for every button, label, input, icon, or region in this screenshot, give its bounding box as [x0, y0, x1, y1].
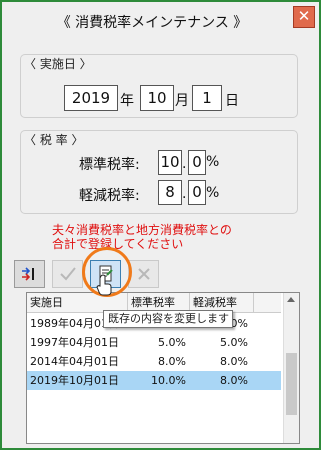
reduced-rate-dec[interactable]: 0: [188, 180, 206, 205]
standard-rate-dec[interactable]: 0: [188, 150, 206, 175]
close-button[interactable]: ✕: [293, 6, 315, 28]
scroll-thumb[interactable]: [286, 353, 297, 415]
month-input[interactable]: 10: [140, 85, 174, 111]
row-reduced-rate: 8.0%: [220, 374, 248, 387]
delete-button[interactable]: [128, 260, 159, 288]
row-standard-rate: 10.0%: [151, 374, 186, 387]
rate-group-label: 〈 税 率 〉: [24, 133, 84, 147]
month-unit: 月: [175, 93, 189, 109]
standard-rate-label: 標準税率:: [79, 157, 140, 173]
table-row[interactable]: 2014年04月01日 8.0% 8.0%: [27, 352, 281, 371]
note-line-1: 夫々消費税率と地方消費税率との: [52, 223, 232, 237]
dialog-window: 《 消費税率メインテナンス 》 ✕ 〈 実施日 〉 2019 年 10 月 1 …: [0, 0, 321, 450]
row-reduced-rate: 8.0%: [220, 355, 248, 368]
standard-rate-int[interactable]: 10: [158, 150, 182, 175]
note-line-2: 合計で登録してください: [52, 237, 184, 251]
confirm-button[interactable]: [52, 260, 83, 288]
window-title: 《 消費税率メインテナンス 》: [56, 15, 248, 31]
date-group-label: 〈 実施日 〉: [24, 57, 92, 71]
edit-tooltip: 既存の内容を変更します: [103, 310, 233, 328]
reduced-rate-dot: .: [182, 186, 187, 202]
row-date: 2014年04月01日: [30, 355, 119, 368]
reduced-rate-label: 軽減税率:: [79, 188, 140, 204]
row-standard-rate: 8.0%: [158, 355, 186, 368]
insert-button[interactable]: [14, 260, 45, 288]
delete-icon: [137, 268, 150, 280]
close-icon: ✕: [297, 7, 311, 25]
standard-rate-dot: .: [182, 156, 187, 172]
scroll-up-icon[interactable]: [287, 297, 295, 302]
row-reduced-rate: 5.0%: [220, 336, 248, 349]
day-input[interactable]: 1: [192, 85, 222, 111]
day-unit: 日: [225, 93, 239, 109]
table-row[interactable]: 1997年04月01日 5.0% 5.0%: [27, 333, 281, 352]
row-date: 1997年04月01日: [30, 336, 119, 349]
row-standard-rate: 5.0%: [158, 336, 186, 349]
year-input[interactable]: 2019: [64, 85, 118, 111]
reduced-rate-int[interactable]: 8: [158, 180, 182, 205]
list-scrollbar[interactable]: [283, 293, 299, 443]
reduced-rate-unit: %: [206, 185, 220, 201]
row-date: 2019年10月01日: [30, 374, 119, 387]
check-icon: [59, 267, 76, 281]
table-row-selected[interactable]: 2019年10月01日 10.0% 8.0%: [27, 371, 281, 390]
hand-cursor-icon: [96, 274, 112, 296]
instruction-note: 夫々消費税率と地方消費税率との 合計で登録してください: [52, 223, 232, 251]
insert-icon: [21, 267, 34, 281]
standard-rate-unit: %: [206, 154, 220, 170]
year-unit: 年: [120, 93, 134, 109]
